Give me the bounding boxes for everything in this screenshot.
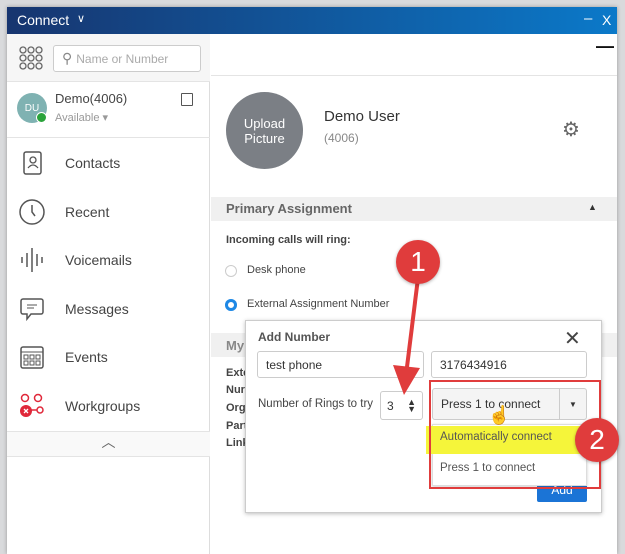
sidebar-item-workgroups[interactable]: Workgroups: [7, 382, 210, 430]
voicemail-icon: [19, 247, 45, 273]
sidebar-item-contacts[interactable]: Contacts: [7, 139, 210, 187]
contacts-icon: [19, 150, 45, 176]
phone-number-input[interactable]: 3176434916: [431, 351, 587, 378]
calendar-icon: [19, 344, 45, 370]
collapse-chevron-up-icon[interactable]: ︿: [7, 431, 210, 456]
status-available-icon: [36, 112, 47, 123]
title-bar: Connect ∨ – X: [7, 7, 617, 34]
divider: [7, 137, 210, 138]
annotation-arrow: [393, 277, 420, 395]
message-icon: [19, 296, 45, 322]
sidebar-item-label: Voicemails: [65, 252, 132, 268]
radio-label: Desk phone: [247, 264, 306, 276]
search-icon: ⚲: [62, 50, 73, 66]
extension: (4006): [324, 131, 359, 145]
dialog-title: Add Number: [258, 330, 330, 344]
sidebar-item-label: Messages: [65, 301, 129, 317]
status-dropdown[interactable]: Available ▾: [55, 111, 108, 124]
sidebar-item-voicemails[interactable]: Voicemails: [7, 236, 210, 284]
notes-icon[interactable]: [181, 93, 193, 106]
annotation-badge-1: 1: [396, 240, 440, 284]
section-title: My: [226, 338, 245, 353]
gear-icon[interactable]: ⚙: [562, 117, 580, 142]
radio-external-number[interactable]: [225, 299, 237, 311]
field-label: Org: [226, 402, 246, 414]
minimize-button[interactable]: –: [584, 10, 592, 27]
primary-assignment-header[interactable]: Primary Assignment ▲: [211, 197, 617, 221]
rings-label: Number of Rings to try: [258, 398, 374, 410]
collapse-triangle-icon: ▲: [588, 202, 597, 212]
rings-value: 3: [387, 398, 394, 413]
sidebar-item-label: Contacts: [65, 155, 121, 171]
clock-icon: [19, 199, 45, 225]
close-icon[interactable]: ✕: [564, 326, 581, 351]
incoming-label: Incoming calls will ring:: [226, 234, 351, 246]
chevron-down-icon[interactable]: ∨: [77, 12, 85, 25]
divider: [7, 456, 210, 457]
radio-desk-phone[interactable]: [225, 265, 237, 277]
upload-picture-button[interactable]: Upload Picture: [226, 92, 303, 169]
dialpad-icon[interactable]: [19, 46, 43, 72]
annotation-badge-2: 2: [575, 418, 619, 462]
sidebar-item-label: Events: [65, 349, 108, 365]
spinner-icon[interactable]: ▲ ▼: [407, 397, 416, 413]
user-name: Demo(4006): [55, 91, 128, 106]
app-title: Connect: [17, 12, 70, 28]
workgroups-icon: [19, 393, 45, 419]
sidebar-item-label: Workgroups: [65, 398, 141, 414]
sidebar-item-messages[interactable]: Messages: [7, 285, 210, 333]
radio-label: External Assignment Number: [247, 298, 390, 310]
sidebar-item-label: Recent: [65, 204, 110, 220]
sidebar-item-events[interactable]: Events: [7, 333, 210, 381]
display-name: Demo User: [324, 108, 400, 125]
field-label: Nur: [226, 384, 245, 396]
close-button[interactable]: X: [602, 12, 611, 28]
minimize-panel-button[interactable]: —: [596, 36, 614, 57]
sidebar-item-recent[interactable]: Recent: [7, 188, 210, 236]
search-input[interactable]: ⚲ Name or Number: [53, 45, 201, 72]
divider: [211, 75, 617, 76]
section-title: Primary Assignment: [226, 201, 352, 216]
search-placeholder: Name or Number: [76, 51, 169, 66]
